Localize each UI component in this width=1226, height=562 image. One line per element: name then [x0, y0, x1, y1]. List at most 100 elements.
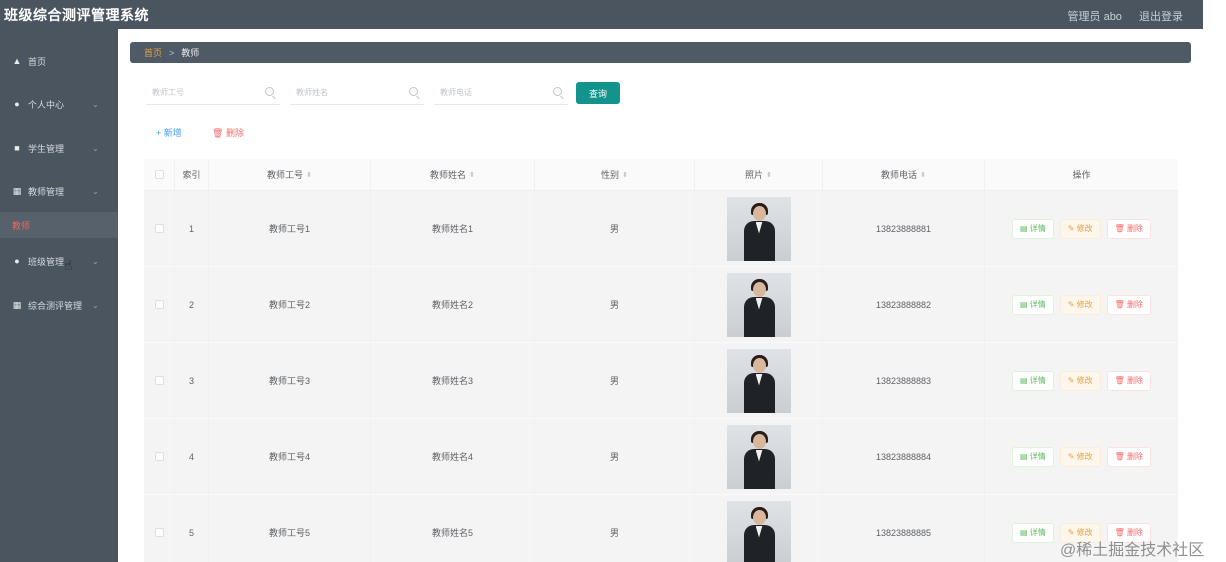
header-phone[interactable]: 教师电话 ⬍ — [822, 159, 984, 190]
breadcrumb-home[interactable]: 首页 — [144, 46, 162, 59]
teacher-photo — [726, 196, 791, 261]
table-row[interactable]: 5 教师工号5 教师姓名5 男 13823888885 ▤ 详情 ✎ 修改 🗑 删除 — [144, 495, 1178, 562]
document-icon: ▤ — [1019, 224, 1030, 233]
detail-button[interactable]: ▤ 详情 — [1011, 218, 1054, 239]
table-row[interactable]: 2 教师工号2 教师姓名2 男 13823888882 ▤ 详情 ✎ 修改 🗑 删除 — [144, 267, 1178, 343]
logout-link[interactable]: 退出登录 — [1139, 11, 1183, 23]
edit-button[interactable]: ✎ 修改 — [1059, 218, 1101, 239]
detail-button[interactable]: ▤ 详情 — [1011, 294, 1054, 315]
pencil-icon: ✎ — [1067, 300, 1077, 309]
row-teacher-name: 教师姓名5 — [370, 495, 534, 562]
edit-button[interactable]: ✎ 修改 — [1059, 294, 1101, 315]
header-teacher-no[interactable]: 教师工号 ⬍ — [208, 159, 370, 190]
batch-delete-button[interactable]: 🗑 删除 — [212, 126, 244, 139]
pencil-icon: ✎ — [1067, 376, 1077, 385]
edit-button[interactable]: ✎ 修改 — [1059, 370, 1101, 391]
teacher-name-search-input[interactable]: 教师姓名 — [290, 81, 424, 105]
teacher-phone-placeholder: 教师电话 — [440, 88, 472, 97]
detail-button[interactable]: ▤ 详情 — [1011, 522, 1054, 543]
header-photo[interactable]: 照片 ⬍ — [694, 159, 822, 190]
teacher-photo — [726, 348, 791, 413]
select-all-checkbox[interactable] — [154, 170, 164, 179]
delete-button[interactable]: 🗑 删除 — [1106, 370, 1152, 391]
row-checkbox-cell[interactable] — [144, 267, 174, 342]
row-checkbox[interactable] — [154, 224, 164, 233]
table-header: 索引 教师工号 ⬍ 教师姓名 ⬍ 性别 ⬍ 照片 ⬍ 教师电话 ⬍ 操作 — [144, 159, 1178, 191]
teacher-no-search-input[interactable]: 教师工号 — [146, 81, 280, 105]
table-row[interactable]: 4 教师工号4 教师姓名4 男 13823888884 ▤ 详情 ✎ 修改 🗑 删除 — [144, 419, 1178, 495]
delete-button[interactable]: 🗑 删除 — [1106, 218, 1152, 239]
delete-label: 删除 — [1127, 376, 1144, 385]
row-checkbox-cell[interactable] — [144, 495, 174, 562]
breadcrumb: 首页 > 教师 — [130, 42, 1191, 63]
sort-icon[interactable]: ⬍ — [306, 171, 312, 179]
breadcrumb-separator: > — [169, 47, 175, 58]
sidebar-item-label: 首页 — [28, 56, 47, 67]
row-phone: 13823888885 — [822, 495, 984, 562]
detail-label: 详情 — [1029, 300, 1046, 309]
pencil-icon: ✎ — [1067, 224, 1077, 233]
sidebar-item-label: 教师管理 — [28, 186, 65, 197]
row-teacher-no: 教师工号5 — [208, 495, 370, 562]
row-teacher-name: 教师姓名4 — [370, 419, 534, 494]
sidebar-item-evaluation[interactable]: ▦ 综合测评管理 ⌄ — [0, 290, 118, 320]
edit-button[interactable]: ✎ 修改 — [1059, 446, 1101, 467]
select-all-cell[interactable] — [144, 159, 174, 190]
delete-button[interactable]: 🗑 删除 — [1106, 446, 1152, 467]
detail-label: 详情 — [1029, 376, 1046, 385]
sidebar-item-students[interactable]: ■ 学生管理 ⌄ — [0, 133, 118, 163]
delete-button[interactable]: 🗑 删除 — [1106, 294, 1152, 315]
sort-icon[interactable]: ⬍ — [920, 171, 926, 179]
table-row[interactable]: 1 教师工号1 教师姓名1 男 13823888881 ▤ 详情 ✎ 修改 🗑 删除 — [144, 191, 1178, 267]
search-icon — [409, 87, 418, 96]
user-label: 管理员 abo — [1067, 11, 1122, 23]
sidebar-subitem-teacher[interactable]: 教师 — [0, 212, 118, 238]
document-icon: ▤ — [1019, 452, 1030, 461]
row-teacher-name: 教师姓名3 — [370, 343, 534, 418]
trash-icon: 🗑 — [1114, 452, 1128, 461]
watermark: @稀土掘金技术社区 — [1060, 542, 1205, 559]
detail-button[interactable]: ▤ 详情 — [1011, 370, 1054, 391]
header-teacher-name[interactable]: 教师姓名 ⬍ — [370, 159, 534, 190]
sidebar-item-teachers[interactable]: ▦ 教师管理 ⌄ — [0, 176, 118, 206]
row-operations: ▤ 详情 ✎ 修改 🗑 删除 — [984, 267, 1178, 342]
trash-icon: 🗑 — [212, 128, 224, 138]
teacher-phone-search-input[interactable]: 教师电话 — [434, 81, 568, 105]
row-checkbox[interactable] — [154, 528, 164, 537]
query-button[interactable]: 查询 — [576, 82, 620, 104]
row-checkbox[interactable] — [154, 376, 164, 385]
sidebar-item-label: 个人中心 — [28, 99, 65, 110]
header-label: 教师电话 — [881, 170, 918, 180]
sidebar-item-home[interactable]: ▲ 首页 — [0, 46, 118, 76]
row-operations: ▤ 详情 ✎ 修改 🗑 删除 — [984, 419, 1178, 494]
detail-label: 详情 — [1029, 224, 1046, 233]
table-body: 1 教师工号1 教师姓名1 男 13823888881 ▤ 详情 ✎ 修改 🗑 删除 2 教师工号… — [144, 191, 1178, 562]
row-checkbox-cell[interactable] — [144, 191, 174, 266]
detail-label: 详情 — [1029, 452, 1046, 461]
top-header: 班级综合测评管理系统 管理员 abo 退出登录 — [0, 0, 1203, 29]
row-checkbox[interactable] — [154, 452, 164, 461]
row-checkbox[interactable] — [154, 300, 164, 309]
main-content: 首页 > 教师 教师工号 教师姓名 教师电话 查询 + 新增 🗑 删除 索引 教… — [118, 29, 1203, 562]
row-phone: 13823888883 — [822, 343, 984, 418]
table-row[interactable]: 3 教师工号3 教师姓名3 男 13823888883 ▤ 详情 ✎ 修改 🗑 删除 — [144, 343, 1178, 419]
row-index: 2 — [174, 267, 208, 342]
header-gender[interactable]: 性别 ⬍ — [534, 159, 694, 190]
sidebar-item-profile[interactable]: ● 个人中心 ⌄ — [0, 89, 118, 119]
header-operation: 操作 — [984, 159, 1178, 190]
sort-icon[interactable]: ⬍ — [766, 171, 772, 179]
sort-icon[interactable]: ⬍ — [622, 171, 628, 179]
sidebar-item-label: 班级管理 — [28, 256, 65, 267]
chevron-down-icon: ⌄ — [92, 143, 99, 153]
chat-icon: ■ — [14, 143, 20, 153]
row-index: 4 — [174, 419, 208, 494]
row-checkbox-cell[interactable] — [144, 419, 174, 494]
document-icon: ▤ — [1019, 376, 1030, 385]
add-button[interactable]: + 新增 — [156, 126, 182, 139]
detail-button[interactable]: ▤ 详情 — [1011, 446, 1054, 467]
row-phone: 13823888882 — [822, 267, 984, 342]
document-icon: ▤ — [1019, 528, 1030, 537]
sidebar-item-classes[interactable]: ● 班级管理 ⌄ — [0, 246, 118, 276]
row-checkbox-cell[interactable] — [144, 343, 174, 418]
sort-icon[interactable]: ⬍ — [469, 171, 475, 179]
